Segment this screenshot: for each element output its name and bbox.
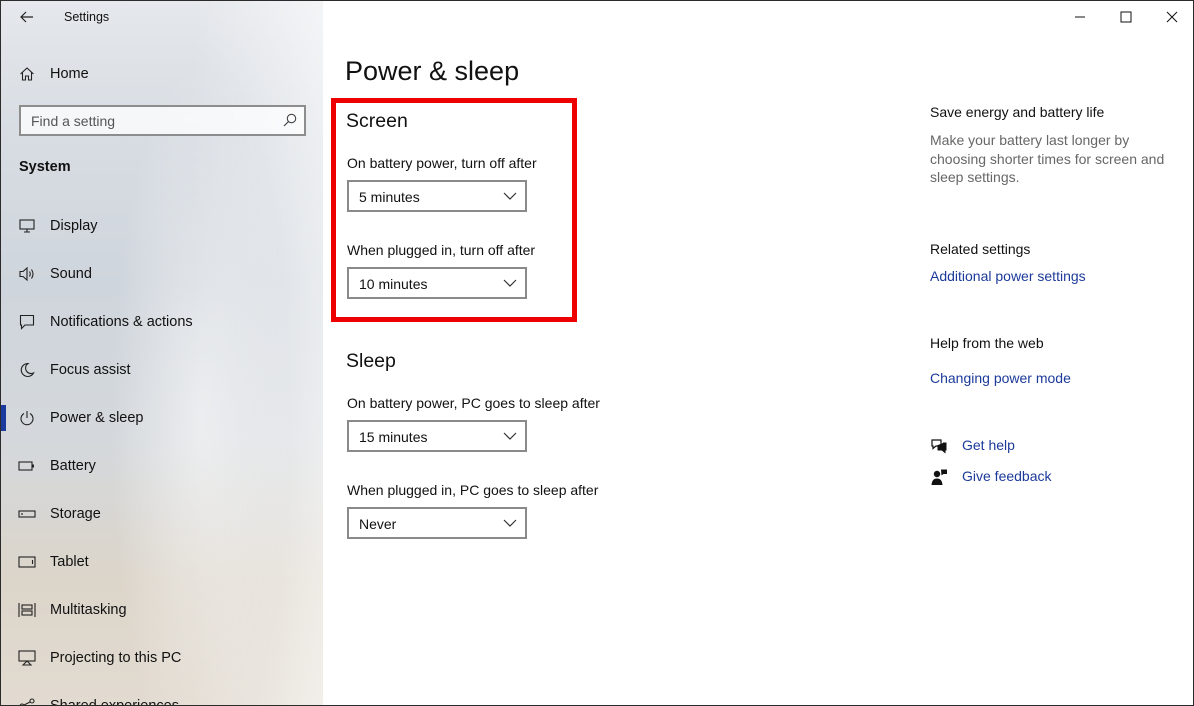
dropdown-value: Never	[359, 516, 397, 532]
minimize-icon	[1075, 16, 1085, 18]
sidebar-item-label: Projecting to this PC	[50, 650, 182, 666]
sidebar-item-label: Shared experiences	[50, 698, 179, 706]
dropdown-value: 15 minutes	[359, 429, 428, 445]
sidebar: Settings Home System Display	[1, 1, 323, 706]
shared-experiences-icon	[18, 697, 36, 705]
chevron-down-icon	[503, 432, 517, 440]
sidebar-item-multitasking[interactable]: Multitasking	[1, 590, 323, 630]
sidebar-item-tablet[interactable]: Tablet	[1, 542, 323, 582]
sidebar-item-sound[interactable]: Sound	[1, 254, 323, 294]
save-energy-title: Save energy and battery life	[930, 104, 1105, 120]
chat-help-icon	[931, 439, 947, 454]
maximize-button[interactable]	[1103, 1, 1149, 33]
help-from-web-title: Help from the web	[930, 335, 1044, 351]
moon-icon	[18, 361, 36, 379]
multitasking-icon	[18, 601, 36, 619]
screen-battery-label: On battery power, turn off after	[347, 155, 537, 171]
sidebar-item-battery[interactable]: Battery	[1, 446, 323, 486]
settings-window: Settings Home System Display	[0, 0, 1194, 706]
chevron-down-icon	[503, 519, 517, 527]
home-label: Home	[50, 66, 89, 82]
home-icon	[18, 65, 36, 83]
sidebar-item-label: Notifications & actions	[50, 314, 193, 330]
dropdown-value: 10 minutes	[359, 276, 428, 292]
chevron-down-icon	[503, 192, 517, 200]
dropdown-value: 5 minutes	[359, 189, 420, 205]
battery-icon	[18, 457, 36, 475]
search-input[interactable]	[21, 107, 281, 134]
window-controls	[1057, 1, 1193, 33]
changing-power-mode-link[interactable]: Changing power mode	[930, 370, 1071, 386]
page-title: Power & sleep	[345, 56, 520, 86]
sidebar-item-storage[interactable]: Storage	[1, 494, 323, 534]
chevron-down-icon	[503, 279, 517, 287]
sidebar-item-label: Battery	[50, 458, 96, 474]
sleep-plugged-dropdown[interactable]: Never	[347, 507, 527, 539]
sidebar-item-label: Tablet	[50, 554, 89, 570]
power-icon	[18, 409, 36, 427]
back-button[interactable]	[13, 6, 41, 28]
title-bar-left: Settings	[1, 1, 323, 35]
sidebar-item-label: Storage	[50, 506, 101, 522]
sidebar-item-shared-experiences[interactable]: Shared experiences	[1, 686, 323, 706]
app-title: Settings	[64, 10, 110, 24]
screen-battery-dropdown[interactable]: 5 minutes	[347, 180, 527, 212]
minimize-button[interactable]	[1057, 1, 1103, 33]
projecting-icon	[18, 649, 36, 667]
sound-icon	[18, 265, 36, 283]
sleep-battery-label: On battery power, PC goes to sleep after	[347, 395, 600, 411]
close-icon	[1166, 11, 1178, 23]
give-feedback-label: Give feedback	[962, 468, 1052, 484]
sidebar-item-projecting[interactable]: Projecting to this PC	[1, 638, 323, 678]
sidebar-item-home[interactable]: Home	[1, 59, 323, 89]
screen-section-title: Screen	[346, 110, 408, 132]
get-help-link[interactable]: Get help	[930, 435, 1150, 457]
sidebar-item-display[interactable]: Display	[1, 206, 323, 246]
tablet-icon	[18, 553, 36, 571]
sidebar-item-label: Focus assist	[50, 362, 131, 378]
sidebar-item-label: Multitasking	[50, 602, 127, 618]
screen-plugged-label: When plugged in, turn off after	[347, 242, 536, 258]
search-box	[19, 105, 306, 136]
sidebar-item-label: Sound	[50, 266, 92, 282]
maximize-icon	[1120, 11, 1132, 23]
sidebar-item-label: Power & sleep	[50, 410, 144, 426]
get-help-label: Get help	[962, 437, 1015, 453]
sidebar-item-label: Display	[50, 218, 98, 234]
save-energy-description: Make your battery last longer by choosin…	[930, 132, 1165, 185]
additional-power-settings-link[interactable]: Additional power settings	[930, 268, 1086, 284]
sleep-battery-dropdown[interactable]: 15 minutes	[347, 420, 527, 452]
back-arrow-icon	[20, 11, 33, 23]
sleep-section-title: Sleep	[346, 350, 396, 372]
related-settings-title: Related settings	[930, 241, 1031, 257]
storage-icon	[18, 505, 36, 523]
notifications-icon	[18, 313, 36, 331]
sidebar-item-power-sleep[interactable]: Power & sleep	[1, 398, 323, 438]
sidebar-item-notifications[interactable]: Notifications & actions	[1, 302, 323, 342]
screen-plugged-dropdown[interactable]: 10 minutes	[347, 267, 527, 299]
main-content: Power & sleep Screen On battery power, t…	[323, 1, 1193, 705]
close-button[interactable]	[1149, 1, 1193, 33]
sidebar-item-focus-assist[interactable]: Focus assist	[1, 350, 323, 390]
display-icon	[18, 217, 36, 235]
search-icon[interactable]	[283, 113, 297, 127]
sleep-plugged-label: When plugged in, PC goes to sleep after	[347, 482, 599, 498]
feedback-person-icon	[931, 469, 947, 485]
give-feedback-link[interactable]: Give feedback	[930, 466, 1150, 488]
section-title-system: System	[19, 159, 71, 175]
